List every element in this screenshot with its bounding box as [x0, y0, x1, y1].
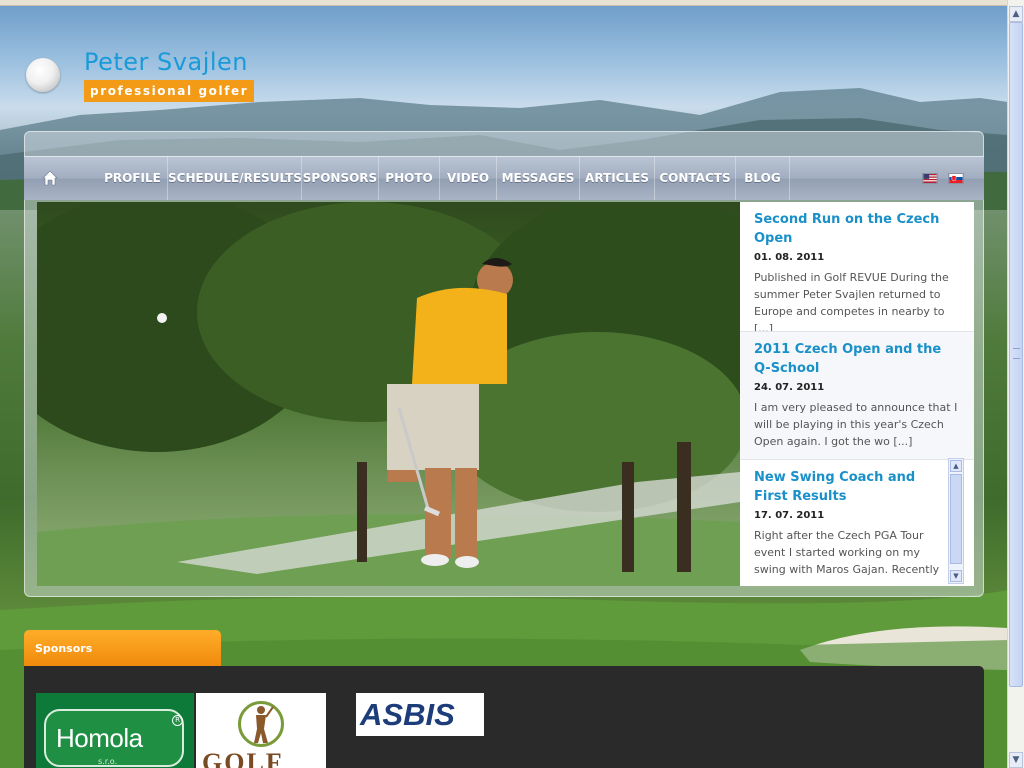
sponsors-heading: Sponsors: [24, 630, 221, 666]
registered-icon: R: [172, 715, 183, 726]
page-scrollbar[interactable]: ▲ ▼: [1007, 0, 1024, 768]
home-icon[interactable]: [42, 170, 58, 186]
nav-blog[interactable]: BLOG: [736, 157, 790, 200]
news-title[interactable]: New Swing Coach and First Results: [754, 468, 944, 506]
golf-logo-text: GOLF: [202, 753, 284, 768]
homola-logo-subtext: s.r.o.: [98, 757, 118, 766]
scroll-up-arrow-icon[interactable]: ▲: [950, 460, 962, 472]
news-excerpt: Right after the Czech PGA Tour event I s…: [754, 529, 940, 576]
asbis-logo-text: ASBIS: [360, 697, 455, 732]
nav-photo[interactable]: PHOTO: [379, 157, 440, 200]
scroll-thumb[interactable]: [1009, 22, 1023, 687]
slovak-flag-icon[interactable]: [948, 173, 964, 184]
nav-video[interactable]: VIDEO: [440, 157, 497, 200]
news-date: 24. 07. 2011: [754, 382, 825, 393]
hero-golfer-photo: [37, 202, 740, 586]
news-scrollbar[interactable]: ▲ ▼: [948, 458, 964, 584]
site-tagline: professional golfer: [84, 80, 255, 102]
golfer-illustration: [37, 202, 740, 586]
news-date: 17. 07. 2011: [754, 510, 825, 521]
nav-sponsors[interactable]: SPONSORS: [302, 157, 379, 200]
browser-top-edge: [0, 0, 1008, 6]
nav-contacts[interactable]: CONTACTS: [655, 157, 736, 200]
news-item[interactable]: New Swing Coach and First Results 17. 07…: [740, 459, 974, 586]
main-navigation: PROFILE SCHEDULE/RESULTS SPONSORS PHOTO …: [24, 156, 984, 200]
asbis-sponsor-logo[interactable]: ASBIS: [356, 693, 484, 736]
golf-ball-logo[interactable]: [26, 58, 60, 92]
nav-schedule-results[interactable]: SCHEDULE/RESULTS: [168, 157, 302, 200]
nav-messages[interactable]: MESSAGES: [497, 157, 580, 200]
scroll-thumb[interactable]: [950, 474, 962, 564]
golfer-silhouette-icon: [254, 706, 274, 743]
news-title[interactable]: 2011 Czech Open and the Q-School: [754, 340, 960, 378]
news-title[interactable]: Second Run on the Czech Open: [754, 210, 960, 248]
english-flag-icon[interactable]: [922, 173, 938, 184]
news-date: 01. 08. 2011: [754, 252, 825, 263]
nav-profile[interactable]: PROFILE: [98, 157, 168, 200]
scroll-down-arrow-icon[interactable]: ▼: [950, 570, 962, 582]
news-excerpt: Published in Golf REVUE During the summe…: [754, 271, 949, 335]
news-item[interactable]: Second Run on the Czech Open 01. 08. 201…: [740, 202, 974, 335]
scroll-down-arrow-icon[interactable]: ▼: [1009, 752, 1023, 768]
homola-logo-text: Homola: [56, 723, 143, 753]
site-title[interactable]: Peter Svajlen: [84, 48, 248, 76]
nav-articles[interactable]: ARTICLES: [580, 157, 655, 200]
news-excerpt: I am very pleased to announce that I wil…: [754, 401, 958, 448]
homola-sponsor-logo[interactable]: Homola s.r.o. R: [36, 693, 194, 768]
news-item[interactable]: 2011 Czech Open and the Q-School 24. 07.…: [740, 331, 974, 459]
golf-sponsor-logo[interactable]: GOLF: [196, 693, 326, 768]
scroll-up-arrow-icon[interactable]: ▲: [1009, 6, 1023, 22]
news-sidebar: Second Run on the Czech Open 01. 08. 201…: [740, 202, 974, 586]
